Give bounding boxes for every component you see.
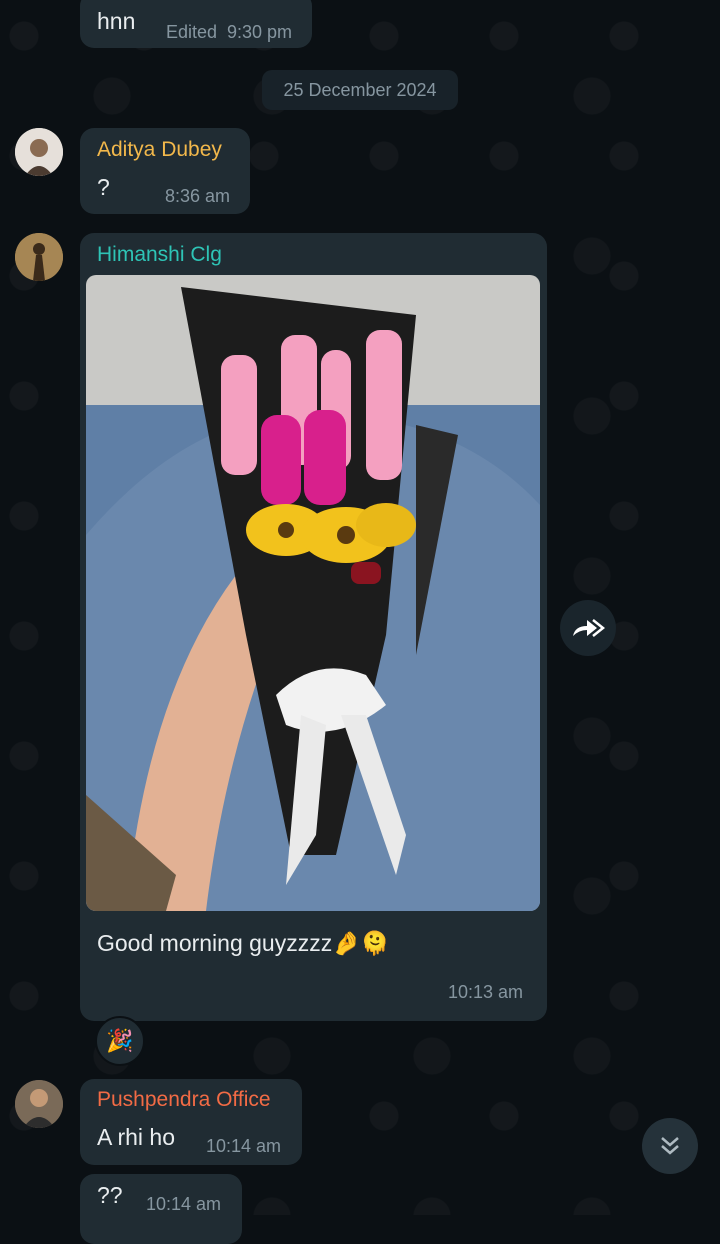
sender-name[interactable]: Himanshi Clg	[97, 243, 222, 267]
sender-name[interactable]: Aditya Dubey	[97, 138, 222, 162]
scroll-to-bottom-button[interactable]	[642, 1118, 698, 1174]
message-text: hnn	[97, 8, 136, 34]
reaction-chip[interactable]: 🎉	[95, 1016, 145, 1066]
photo-caption: Good morning guyzzzz🤌🫠	[97, 930, 390, 956]
avatar-aditya[interactable]	[15, 128, 63, 176]
bouquet-photo[interactable]	[86, 275, 540, 911]
double-chevron-down-icon	[661, 1137, 679, 1155]
avatar-pushpendra[interactable]	[15, 1080, 63, 1128]
message-time: 8:36 am	[165, 186, 231, 206]
date-divider: 25 December 2024	[262, 70, 458, 110]
message-text: ??	[97, 1182, 123, 1208]
sender-name[interactable]: Pushpendra Office	[97, 1088, 271, 1112]
edited-label: Edited	[166, 22, 218, 42]
message-time: 10:14 am	[146, 1194, 222, 1214]
forward-icon	[573, 619, 605, 637]
avatar-himanshi[interactable]	[15, 233, 63, 281]
message-time: 9:30 pm	[227, 22, 293, 42]
party-popper-icon: 🎉	[106, 1028, 134, 1053]
forward-button[interactable]	[560, 600, 616, 656]
message-text: A rhi ho	[97, 1124, 175, 1150]
message-text: ?	[97, 174, 110, 200]
message-time: 10:14 am	[206, 1136, 282, 1156]
message-time: 10:13 am	[448, 982, 524, 1002]
